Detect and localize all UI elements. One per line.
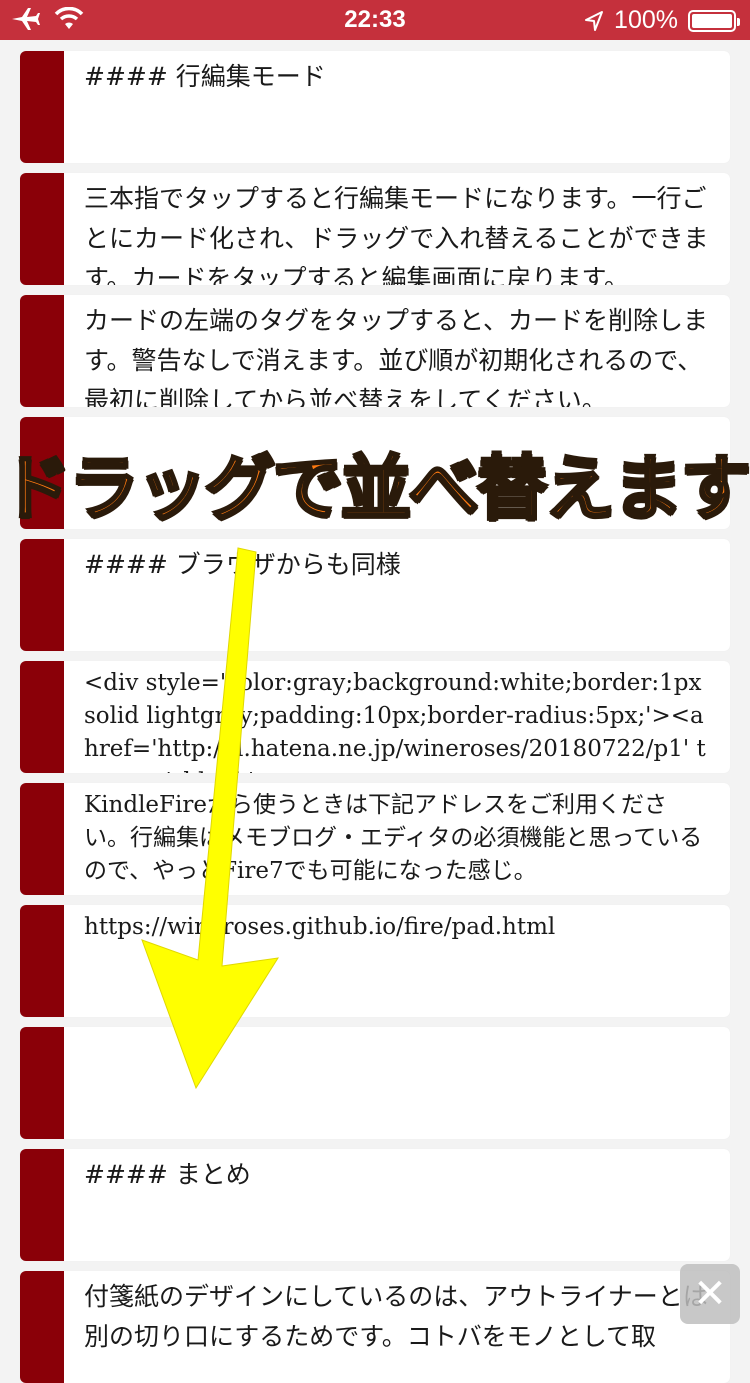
card[interactable]: https://wineroses.github.io/fire/pad.htm…: [20, 905, 730, 1017]
card-text: カードの左端のタグをタップすると、カードを削除します。警告なしで消えます。並び順…: [84, 306, 709, 407]
card-text: https://wineroses.github.io/fire/pad.htm…: [84, 914, 556, 940]
battery-fill: [692, 13, 732, 28]
card-delete-tag[interactable]: [20, 1149, 64, 1261]
card[interactable]: KindleFireから使うときは下記アドレスをご利用ください。行編集はメモブロ…: [20, 783, 730, 895]
battery-percent: 100%: [614, 6, 678, 34]
card[interactable]: #### まとめ: [20, 1149, 730, 1261]
card[interactable]: #### 行編集モード: [20, 51, 730, 163]
card-delete-tag[interactable]: [20, 51, 64, 163]
card[interactable]: 付箋紙のデザインにしているのは、アウトライナーとは別の切り口にするためです。コト…: [20, 1271, 730, 1383]
status-bar: 22:33 100%: [0, 0, 750, 40]
close-icon: ✕: [693, 1271, 727, 1317]
card-delete-tag[interactable]: [20, 905, 64, 1017]
card-text: #### 行編集モード: [84, 62, 326, 91]
card[interactable]: <div style='color:gray;background:white;…: [20, 661, 730, 773]
card-delete-tag[interactable]: [20, 295, 64, 407]
card-delete-tag[interactable]: [20, 661, 64, 773]
card[interactable]: [20, 1027, 730, 1139]
card-text: #### まとめ: [84, 1160, 251, 1189]
card-text: 付箋紙のデザインにしているのは、アウトライナーとは別の切り口にするためです。コト…: [84, 1282, 708, 1351]
card-text: 三本指でタップすると行編集モードになります。一行ごとにカード化され、ドラッグで入…: [84, 184, 709, 285]
card[interactable]: #### ブラウザからも同様: [20, 539, 730, 651]
card-delete-tag[interactable]: [20, 173, 64, 285]
card-delete-tag[interactable]: [20, 1271, 64, 1383]
card-text: KindleFireから使うときは下記アドレスをご利用ください。行編集はメモブロ…: [84, 792, 703, 884]
card-delete-tag[interactable]: [20, 1027, 64, 1139]
close-button[interactable]: ✕: [680, 1264, 740, 1324]
card-text: <div style='color:gray;background:white;…: [84, 670, 706, 773]
card[interactable]: 三本指でタップすると行編集モードになります。一行ごとにカード化され、ドラッグで入…: [20, 173, 730, 285]
card[interactable]: カードの左端のタグをタップすると、カードを削除します。警告なしで消えます。並び順…: [20, 295, 730, 407]
card-delete-tag[interactable]: [20, 783, 64, 895]
drag-caption: ドラッグで並べ替えます: [0, 446, 750, 531]
card-delete-tag[interactable]: [20, 539, 64, 651]
location-arrow-icon: [585, 10, 604, 31]
battery-icon: [688, 9, 740, 32]
card-text: #### ブラウザからも同様: [84, 550, 401, 579]
